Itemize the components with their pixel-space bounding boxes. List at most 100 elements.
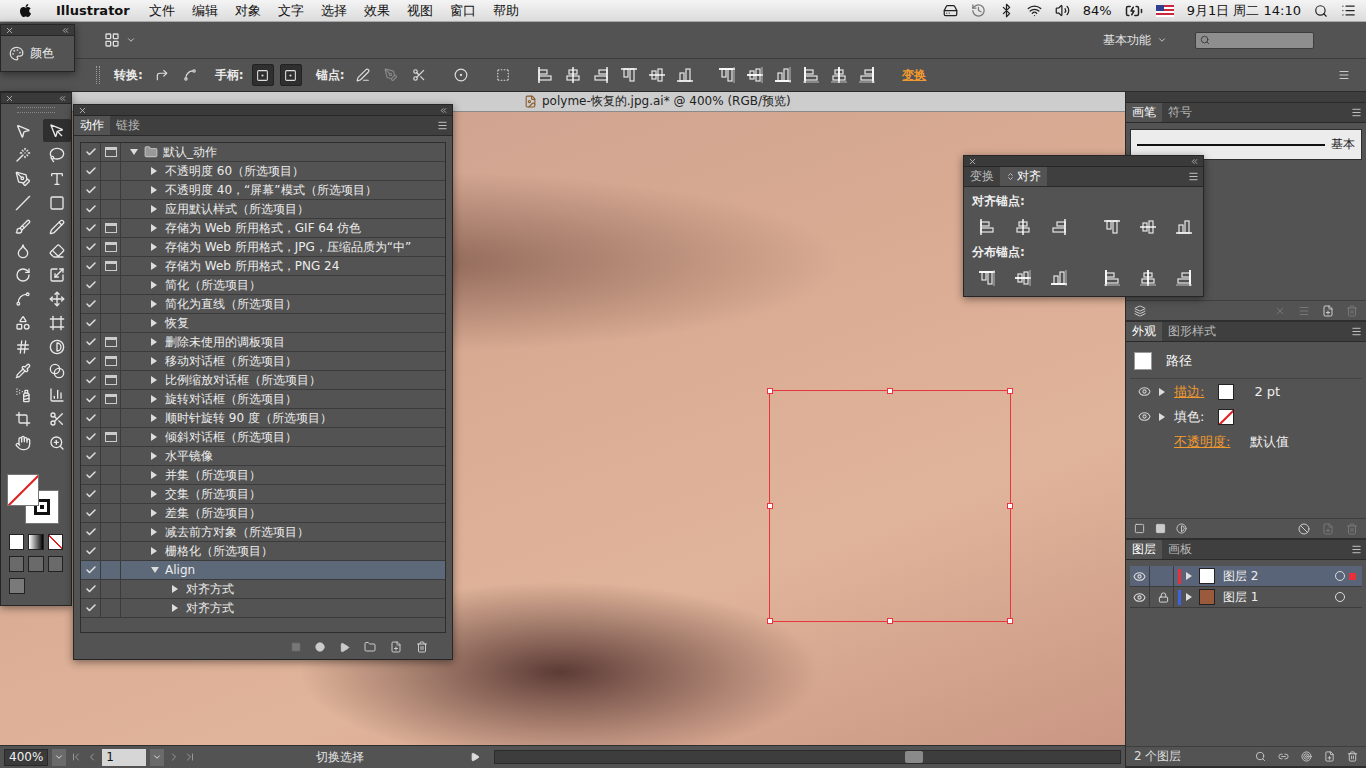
align-icon[interactable] xyxy=(1051,219,1067,235)
new-brush-icon[interactable] xyxy=(1322,305,1334,317)
toggle-dialog-cell[interactable] xyxy=(101,447,121,465)
menu-item[interactable]: 帮助 xyxy=(493,2,519,20)
panel-tab[interactable]: 图形样式 xyxy=(1162,322,1222,341)
brush-library-icon[interactable] xyxy=(1134,305,1146,317)
horizontal-scrollbar[interactable] xyxy=(494,750,1121,764)
bounding-box-handle[interactable] xyxy=(1007,618,1013,624)
hide-handles-button[interactable] xyxy=(280,64,302,86)
panel-tab[interactable]: 动作 xyxy=(74,116,110,135)
delete-layer-icon[interactable] xyxy=(1347,751,1358,762)
screen-mode-button[interactable] xyxy=(9,578,25,594)
distribute-icon[interactable] xyxy=(1015,270,1031,286)
expand-arrow-icon[interactable] xyxy=(151,452,157,460)
tool-button[interactable] xyxy=(9,263,37,286)
bounding-box-handle[interactable] xyxy=(767,618,773,624)
toggle-dialog-cell[interactable] xyxy=(101,599,121,617)
align-button[interactable] xyxy=(562,64,584,86)
visibility-eye-icon[interactable] xyxy=(1138,385,1151,398)
visibility-eye-icon[interactable] xyxy=(1138,410,1151,423)
toggle-item-cell[interactable] xyxy=(81,143,101,161)
tool-button[interactable] xyxy=(43,287,71,310)
menu-item[interactable]: 选择 xyxy=(321,2,347,20)
connect-anchor-button[interactable] xyxy=(380,64,402,86)
tool-button[interactable] xyxy=(9,311,37,334)
attribute-label[interactable]: 描边: xyxy=(1174,383,1204,401)
cut-path-button[interactable] xyxy=(408,64,430,86)
align-icon[interactable] xyxy=(1104,219,1120,235)
tool-button[interactable] xyxy=(9,215,37,238)
distribute-icon[interactable] xyxy=(775,67,791,83)
expand-arrow-icon[interactable] xyxy=(151,509,157,517)
expand-arrow-icon[interactable] xyxy=(151,357,157,365)
expand-arrow-icon[interactable] xyxy=(151,395,157,403)
scrollbar-thumb[interactable] xyxy=(905,751,923,763)
expand-arrow-icon[interactable] xyxy=(151,300,157,308)
tool-button[interactable] xyxy=(43,143,71,166)
color-swatch[interactable] xyxy=(1218,409,1234,425)
tool-button[interactable] xyxy=(9,167,37,190)
help-search-field[interactable] xyxy=(1195,32,1314,49)
lock-icon[interactable] xyxy=(1158,592,1169,603)
toggle-dialog-cell[interactable] xyxy=(101,143,121,161)
menu-item[interactable]: 对象 xyxy=(235,2,261,20)
distribute-button[interactable] xyxy=(1137,267,1159,289)
action-row[interactable]: 默认_动作 xyxy=(81,143,445,162)
toggle-dialog-cell[interactable] xyxy=(101,466,121,484)
action-row[interactable]: 删除未使用的调板项目 xyxy=(81,333,445,352)
visibility-eye-icon[interactable] xyxy=(1133,591,1146,604)
draw-inside-button[interactable] xyxy=(48,556,63,572)
duplicate-icon[interactable] xyxy=(1322,523,1334,535)
action-row[interactable]: 简化为直线（所选项目） xyxy=(81,295,445,314)
appearance-row[interactable]: 描边:2 pt xyxy=(1130,379,1362,404)
clock[interactable]: 9月1日 周二 14:10 xyxy=(1187,2,1301,20)
tool-button[interactable] xyxy=(43,335,71,358)
selection-bounding-box[interactable] xyxy=(769,390,1011,622)
new-sublayer-icon[interactable] xyxy=(1301,751,1312,762)
toggle-dialog-cell[interactable] xyxy=(101,561,121,579)
toggle-dialog-cell[interactable] xyxy=(101,580,121,598)
first-artboard-icon[interactable] xyxy=(70,751,82,763)
clear-appearance-icon[interactable] xyxy=(1298,523,1310,535)
delete-icon[interactable] xyxy=(416,641,428,653)
bounding-box-handle[interactable] xyxy=(1007,388,1013,394)
distribute-icon[interactable] xyxy=(803,67,819,83)
expand-arrow-icon[interactable] xyxy=(172,585,178,593)
delete-icon[interactable] xyxy=(1346,523,1358,535)
expand-arrow-icon[interactable] xyxy=(151,528,157,536)
toggle-item-cell[interactable] xyxy=(81,485,101,503)
artboard-dropdown[interactable] xyxy=(150,749,164,766)
toggle-item-cell[interactable] xyxy=(81,390,101,408)
spotlight-icon[interactable] xyxy=(1314,4,1328,18)
isolate-button[interactable] xyxy=(450,64,472,86)
toggle-item-cell[interactable] xyxy=(81,409,101,427)
toggle-item-cell[interactable] xyxy=(81,333,101,351)
align-to-button[interactable] xyxy=(492,64,514,86)
align-icon[interactable] xyxy=(593,67,609,83)
arrange-documents-icon[interactable] xyxy=(104,32,120,48)
convert-smooth-button[interactable] xyxy=(179,64,201,86)
toggle-item-cell[interactable] xyxy=(81,561,101,579)
show-handles-button[interactable] xyxy=(252,64,274,86)
toggle-item-cell[interactable] xyxy=(81,580,101,598)
toggle-dialog-cell[interactable] xyxy=(101,219,121,237)
convert-corner-button[interactable] xyxy=(151,64,173,86)
panel-tab[interactable]: 外观 xyxy=(1126,322,1162,341)
menu-item[interactable]: 效果 xyxy=(364,2,390,20)
tool-button[interactable] xyxy=(9,431,37,454)
expand-arrow-icon[interactable] xyxy=(1186,572,1192,580)
panel-tab[interactable]: 符号 xyxy=(1162,103,1198,122)
toggle-item-cell[interactable] xyxy=(81,181,101,199)
expand-arrow-icon[interactable] xyxy=(151,243,157,251)
align-icon[interactable] xyxy=(1140,219,1156,235)
distribute-button[interactable] xyxy=(1048,267,1070,289)
align-icon[interactable] xyxy=(649,67,665,83)
fill-stroke-widget[interactable] xyxy=(5,466,65,528)
toggle-item-cell[interactable] xyxy=(81,504,101,522)
toggle-dialog-cell[interactable] xyxy=(101,504,121,522)
expand-arrow-icon[interactable] xyxy=(1186,593,1192,601)
next-artboard-icon[interactable] xyxy=(168,751,180,763)
expand-arrow-icon[interactable] xyxy=(151,224,157,232)
bounding-box-handle[interactable] xyxy=(767,388,773,394)
add-effect-icon[interactable] xyxy=(1176,523,1187,534)
collapse-icon[interactable] xyxy=(61,26,70,35)
